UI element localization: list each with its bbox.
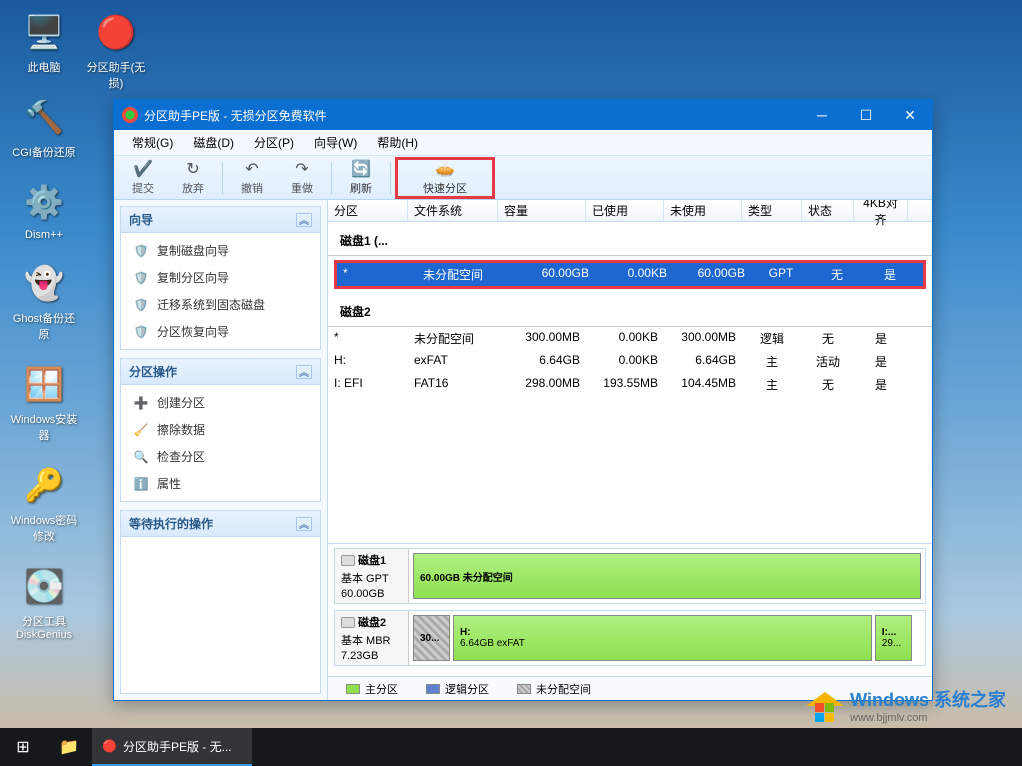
commit-button[interactable]: ✔️提交 bbox=[118, 158, 168, 198]
disk-icon bbox=[341, 617, 355, 628]
maximize-button[interactable]: ☐ bbox=[844, 100, 888, 130]
disk-bar[interactable]: I:...29... bbox=[875, 615, 912, 661]
partition-row[interactable]: I: EFIFAT16 298.00MB193.55MB 104.45MB主 无… bbox=[328, 373, 932, 396]
desktop-icon[interactable]: 🔨CGI备份还原 bbox=[8, 93, 80, 160]
minimize-button[interactable]: ─ bbox=[800, 100, 844, 130]
wizard-item[interactable]: 🛡️分区恢复向导 bbox=[121, 318, 320, 345]
disk-bar[interactable]: 30... bbox=[413, 615, 450, 661]
undo-button[interactable]: ↶撤销 bbox=[227, 158, 277, 198]
partition-row[interactable]: *未分配空间 300.00MB0.00KB 300.00MB逻辑 无是 bbox=[328, 327, 932, 350]
desktop-icon[interactable]: ⚙️Dism++ bbox=[8, 178, 80, 241]
partition-row[interactable]: H:exFAT 6.64GB0.00KB 6.64GB主 活动是 bbox=[328, 350, 932, 373]
desktop-icon[interactable]: 💽分区工具DiskGenius bbox=[8, 562, 80, 641]
wizard-item[interactable]: 🛡️迁移系统到固态磁盘 bbox=[121, 291, 320, 318]
close-button[interactable]: ✕ bbox=[888, 100, 932, 130]
discard-button[interactable]: ↻放弃 bbox=[168, 158, 218, 198]
taskbar-item[interactable]: 🔴分区助手PE版 - 无... bbox=[92, 728, 252, 766]
collapse-icon[interactable]: ︽ bbox=[296, 517, 312, 531]
ops-panel: 分区操作︽ ➕创建分区🧹擦除数据🔍检查分区ℹ️属性 bbox=[120, 358, 321, 502]
pending-panel: 等待执行的操作︽ bbox=[120, 510, 321, 694]
desktop-icon[interactable]: 🔑Windows密码修改 bbox=[8, 461, 80, 544]
redo-button[interactable]: ↷重做 bbox=[277, 158, 327, 198]
disk-map-area: 磁盘1基本 GPT60.00GB 60.00GB 未分配空间 磁盘2基本 MBR… bbox=[328, 543, 932, 676]
disk-header: 磁盘1 (... bbox=[328, 222, 932, 256]
explorer-icon[interactable]: 📁 bbox=[46, 728, 92, 766]
window-title: 分区助手PE版 - 无损分区免费软件 bbox=[144, 107, 327, 124]
disk-bar[interactable]: 60.00GB 未分配空间 bbox=[413, 553, 921, 599]
wizard-panel: 向导︽ 🛡️复制磁盘向导🛡️复制分区向导🛡️迁移系统到固态磁盘🛡️分区恢复向导 bbox=[120, 206, 321, 350]
op-item[interactable]: 🔍检查分区 bbox=[121, 443, 320, 470]
watermark: Windows 系统之家www.bjjmlv.com bbox=[806, 686, 1006, 724]
op-item[interactable]: 🧹擦除数据 bbox=[121, 416, 320, 443]
menu-item[interactable]: 磁盘(D) bbox=[183, 130, 244, 155]
desktop-icon[interactable]: 🪟Windows安装器 bbox=[8, 360, 80, 443]
start-button[interactable]: ⊞ bbox=[0, 728, 46, 766]
refresh-button[interactable]: 🔄刷新 bbox=[336, 158, 386, 198]
menu-item[interactable]: 分区(P) bbox=[244, 130, 304, 155]
quick-partition-button[interactable]: 🥧快速分区 bbox=[395, 157, 495, 199]
titlebar[interactable]: 分区助手PE版 - 无损分区免费软件 ─ ☐ ✕ bbox=[114, 100, 932, 130]
wizard-item[interactable]: 🛡️复制分区向导 bbox=[121, 264, 320, 291]
disk-bar[interactable]: H:6.64GB exFAT bbox=[453, 615, 872, 661]
disk-header: 磁盘2 bbox=[328, 293, 932, 327]
column-headers: 分区 文件系统 容量 已使用 未使用 类型 状态 4KB对齐 bbox=[328, 200, 932, 222]
collapse-icon[interactable]: ︽ bbox=[296, 365, 312, 379]
op-item[interactable]: ➕创建分区 bbox=[121, 389, 320, 416]
partition-row[interactable]: *未分配空间 60.00GB0.00KB 60.00GBGPT 无是 bbox=[337, 263, 923, 286]
partition-list[interactable]: 磁盘1 (... *未分配空间 60.00GB0.00KB 60.00GBGPT… bbox=[328, 222, 932, 543]
desktop-icon[interactable]: 🖥️此电脑 bbox=[8, 8, 80, 75]
wizard-item[interactable]: 🛡️复制磁盘向导 bbox=[121, 237, 320, 264]
menu-item[interactable]: 向导(W) bbox=[304, 130, 367, 155]
menu-item[interactable]: 帮助(H) bbox=[367, 130, 428, 155]
menu-item[interactable]: 常规(G) bbox=[122, 130, 183, 155]
main-area: 分区 文件系统 容量 已使用 未使用 类型 状态 4KB对齐 磁盘1 (... … bbox=[327, 200, 932, 700]
desktop-icon[interactable]: 👻Ghost备份还原 bbox=[8, 259, 80, 342]
desktop-icon[interactable]: 🔴分区助手(无损) bbox=[80, 8, 152, 91]
disk-icon bbox=[341, 555, 355, 566]
app-window: 分区助手PE版 - 无损分区免费软件 ─ ☐ ✕ 常规(G)磁盘(D)分区(P)… bbox=[113, 99, 933, 701]
op-item[interactable]: ℹ️属性 bbox=[121, 470, 320, 497]
collapse-icon[interactable]: ︽ bbox=[296, 213, 312, 227]
sidebar: 向导︽ 🛡️复制磁盘向导🛡️复制分区向导🛡️迁移系统到固态磁盘🛡️分区恢复向导 … bbox=[114, 200, 327, 700]
menubar: 常规(G)磁盘(D)分区(P)向导(W)帮助(H) bbox=[114, 130, 932, 156]
app-icon bbox=[122, 107, 138, 123]
toolbar: ✔️提交 ↻放弃 ↶撤销 ↷重做 🔄刷新 🥧快速分区 bbox=[114, 156, 932, 200]
taskbar: ⊞ 📁 🔴分区助手PE版 - 无... bbox=[0, 728, 1022, 766]
disk-map: 磁盘2基本 MBR7.23GB 30...H:6.64GB exFATI:...… bbox=[334, 610, 926, 666]
disk-map: 磁盘1基本 GPT60.00GB 60.00GB 未分配空间 bbox=[334, 548, 926, 604]
